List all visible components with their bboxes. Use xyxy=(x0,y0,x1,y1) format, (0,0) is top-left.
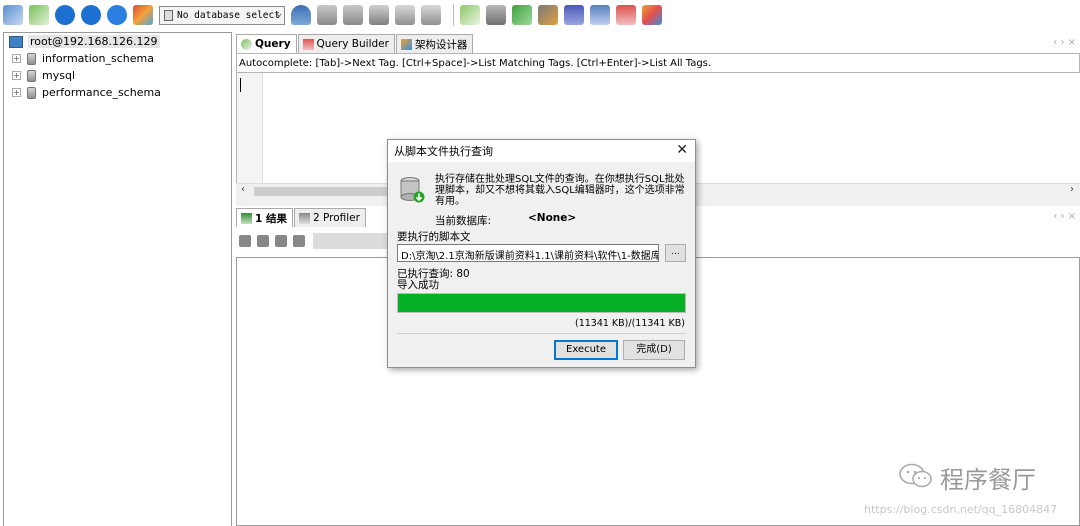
script-file-label: 要执行的脚本文 xyxy=(397,231,471,243)
main-toolbar: No database select ⌄ xyxy=(0,0,1080,30)
database-select[interactable]: No database select ⌄ xyxy=(159,5,285,25)
import-progress-bar xyxy=(397,293,686,313)
text-cursor xyxy=(240,78,241,92)
database-icon xyxy=(164,9,173,21)
execute-script-dialog: 从脚本文件执行查询 ✕ 执行存储在批处理SQL文件的查询。在你想执行SQL批处理… xyxy=(387,139,696,368)
dialog-divider xyxy=(397,333,686,334)
refresh-icon[interactable] xyxy=(107,5,127,25)
chevron-down-icon: ⌄ xyxy=(275,7,282,19)
tab-schema-designer[interactable]: 架构设计器 xyxy=(395,34,474,53)
query-icon xyxy=(241,38,252,50)
tree-root-label: root@192.168.126.129 xyxy=(28,35,160,48)
tab-query-builder[interactable]: Query Builder xyxy=(297,34,395,53)
export-icon[interactable] xyxy=(369,5,389,25)
watermark-brand: 程序餐厅 xyxy=(940,466,1036,494)
tree-root-connection[interactable]: root@192.168.126.129 xyxy=(4,33,231,50)
query-tabs: Query Query Builder 架构设计器 xyxy=(236,34,474,53)
result-tab-nav-arrows[interactable]: ‹ › × xyxy=(1053,211,1076,222)
import-status-label: 导入成功 xyxy=(397,279,439,291)
execute-icon[interactable] xyxy=(55,5,75,25)
tab-schema-designer-label: 架构设计器 xyxy=(414,38,468,51)
tree-item-label: mysql xyxy=(42,69,75,82)
scroll-left-icon[interactable]: ‹ xyxy=(241,184,245,195)
server-icon xyxy=(9,35,23,48)
tools-icon[interactable] xyxy=(616,5,636,25)
script-path-input[interactable]: D:\京淘\2.1京淘新版课前资料1.1\课前资料\软件\1-数据库 xyxy=(397,244,659,262)
results-grid-icon xyxy=(241,212,252,224)
tab-results-label: 1 结果 xyxy=(255,212,287,225)
scrollbar-thumb[interactable] xyxy=(254,187,394,196)
size-progress-text: (11341 KB)/(11341 KB) xyxy=(574,318,685,329)
table-data-icon[interactable] xyxy=(421,5,441,25)
database-icon xyxy=(27,86,36,99)
database-icon xyxy=(27,52,36,65)
schema-sync-icon[interactable] xyxy=(512,5,532,25)
result-tabs: 1 结果 2 Profiler xyxy=(236,208,367,227)
tab-query-label: Query xyxy=(255,38,291,50)
tab-profiler-label: 2 Profiler xyxy=(312,212,360,224)
close-icon[interactable]: ✕ xyxy=(676,142,688,158)
dialog-description: 执行存储在批处理SQL文件的查询。在你想执行SQL批处理脚本，却又不想将其载入S… xyxy=(435,174,685,207)
result-filter-bar[interactable] xyxy=(313,233,393,249)
user-manager-icon[interactable] xyxy=(291,5,311,25)
schema-icon[interactable] xyxy=(133,5,153,25)
browse-button[interactable]: ... xyxy=(665,244,686,262)
designer-icon[interactable] xyxy=(590,5,610,25)
tab-query-builder-label: Query Builder xyxy=(316,38,389,50)
profiler-icon xyxy=(298,212,310,224)
tree-item-label: information_schema xyxy=(42,52,154,65)
dialog-title-bar: 从脚本文件执行查询 ✕ xyxy=(388,140,695,162)
query-builder-icon xyxy=(302,38,314,50)
sync-icon[interactable] xyxy=(460,5,480,25)
tab-query[interactable]: Query xyxy=(236,34,297,53)
execute-all-icon[interactable] xyxy=(81,5,101,25)
tree-item-mysql[interactable]: + mysql xyxy=(4,67,231,84)
tree-item-information-schema[interactable]: + information_schema xyxy=(4,50,231,67)
export-result-icon[interactable] xyxy=(293,235,305,247)
scroll-right-icon[interactable]: › xyxy=(1070,184,1074,195)
tab-nav-arrows[interactable]: ‹ › × xyxy=(1053,37,1076,48)
notification-icon[interactable] xyxy=(564,5,584,25)
progress-fill xyxy=(398,294,685,312)
tree-item-performance-schema[interactable]: + performance_schema xyxy=(4,84,231,101)
report-icon[interactable] xyxy=(642,5,662,25)
done-button[interactable]: 完成(D) xyxy=(623,340,685,360)
expand-icon[interactable]: + xyxy=(12,54,21,63)
database-script-icon xyxy=(400,177,425,203)
grid-view-icon[interactable] xyxy=(239,235,251,247)
watermark-url: https://blog.csdn.net/qq_16804847 xyxy=(864,503,1058,516)
query-builder-icon[interactable] xyxy=(486,5,506,25)
autocomplete-hint: Autocomplete: [Tab]->Next Tag. [Ctrl+Spa… xyxy=(239,58,712,69)
wechat-logo-icon xyxy=(899,463,932,488)
tree-item-label: performance_schema xyxy=(42,86,161,99)
toolbar-separator xyxy=(453,4,454,26)
text-view-icon[interactable] xyxy=(257,235,269,247)
autocomplete-hint-bar: Autocomplete: [Tab]->Next Tag. [Ctrl+Spa… xyxy=(236,53,1080,73)
backup-icon[interactable] xyxy=(317,5,337,25)
restore-icon[interactable] xyxy=(343,5,363,25)
connect-icon[interactable] xyxy=(3,5,23,25)
object-browser: root@192.168.126.129 + information_schem… xyxy=(3,32,232,526)
expand-icon[interactable]: + xyxy=(12,71,21,80)
form-view-icon[interactable] xyxy=(275,235,287,247)
dialog-title: 从脚本文件执行查询 xyxy=(394,145,493,158)
import-icon[interactable] xyxy=(395,5,415,25)
tab-results[interactable]: 1 结果 xyxy=(236,208,293,227)
database-select-value: No database select xyxy=(177,9,280,21)
current-db-value: <None> xyxy=(528,212,577,224)
schema-designer-icon xyxy=(400,38,412,50)
job-icon[interactable] xyxy=(538,5,558,25)
new-connection-icon[interactable] xyxy=(29,5,49,25)
expand-icon[interactable]: + xyxy=(12,88,21,97)
execute-button[interactable]: Execute xyxy=(554,340,618,360)
database-icon xyxy=(27,69,36,82)
current-db-label: 当前数据库: xyxy=(435,215,492,227)
tab-profiler[interactable]: 2 Profiler xyxy=(293,208,366,227)
